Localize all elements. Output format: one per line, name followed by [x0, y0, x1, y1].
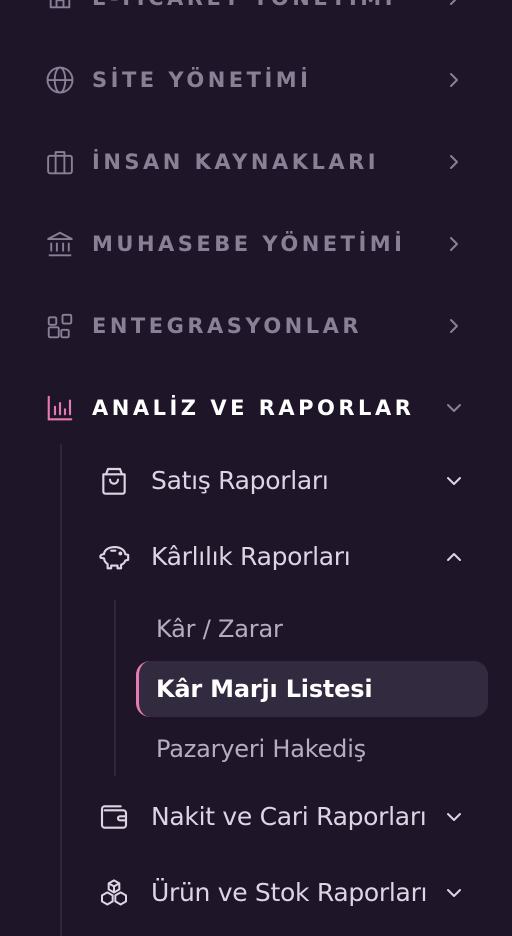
bar-chart-icon: [44, 392, 76, 424]
chevron-down-icon[interactable]: [440, 467, 468, 495]
integrations-icon: [44, 310, 76, 342]
submenu-leaf-label: Kâr / Zarar: [156, 615, 283, 643]
nav-item-label: ANALİZ VE RAPORLAR: [92, 396, 415, 420]
boxes-icon: [96, 875, 132, 911]
globe-icon: [44, 64, 76, 96]
chevron-right-icon[interactable]: [440, 230, 468, 258]
submenu-leaf-label: Pazaryeri Hakediş: [156, 735, 366, 763]
submenu-item-profit-reports[interactable]: Kârlılık Raporları: [90, 529, 490, 585]
chevron-down-icon[interactable]: [440, 803, 468, 831]
wallet-icon: [96, 799, 132, 835]
submenu-leaf-profit-loss[interactable]: Kâr / Zarar: [136, 601, 488, 657]
bank-icon: [44, 228, 76, 260]
nav-item-hr[interactable]: İNSAN KAYNAKLARI: [0, 132, 512, 192]
chevron-down-icon[interactable]: [440, 879, 468, 907]
submenu-leaf-marketplace-earnings[interactable]: Pazaryeri Hakediş: [136, 721, 488, 777]
nav-item-analytics[interactable]: ANALİZ VE RAPORLAR: [0, 378, 512, 438]
submenu-item-sales-reports[interactable]: Satış Raporları: [90, 453, 490, 509]
nav-item-label: MUHASEBE YÖNETİMİ: [92, 232, 406, 256]
submenu-leaf-label: Kâr Marjı Listesi: [156, 675, 373, 703]
submenu-item-cash-reports[interactable]: Nakit ve Cari Raporları: [90, 789, 490, 845]
submenu-item-stock-reports[interactable]: Ürün ve Stok Raporları: [90, 865, 490, 921]
nav-item-label: SİTE YÖNETİMİ: [92, 68, 312, 92]
chevron-up-icon[interactable]: [440, 543, 468, 571]
submenu-item-label: Nakit ve Cari Raporları: [151, 802, 427, 831]
submenu-item-label: Ürün ve Stok Raporları: [151, 878, 428, 907]
shopping-bag-icon: [96, 463, 132, 499]
submenu-item-label: Satış Raporları: [151, 466, 329, 495]
submenu-guide-line: [114, 600, 116, 776]
nav-item-integrations[interactable]: ENTEGRASYONLAR: [0, 296, 512, 356]
store-icon: [44, 0, 76, 14]
chevron-down-icon[interactable]: [440, 394, 468, 422]
chevron-right-icon[interactable]: [440, 312, 468, 340]
piggy-bank-icon: [96, 539, 132, 575]
submenu-leaf-profit-margin-list[interactable]: Kâr Marjı Listesi: [136, 661, 488, 717]
nav-item-accounting[interactable]: MUHASEBE YÖNETİMİ: [0, 214, 512, 274]
briefcase-icon: [44, 146, 76, 178]
nav-item-site[interactable]: SİTE YÖNETİMİ: [0, 50, 512, 110]
submenu-guide-line: [60, 444, 62, 936]
nav-item-label: ENTEGRASYONLAR: [92, 314, 363, 338]
chevron-right-icon[interactable]: [440, 66, 468, 94]
chevron-right-icon[interactable]: [440, 148, 468, 176]
nav-item-label: İNSAN KAYNAKLARI: [92, 150, 380, 174]
submenu-item-label: Kârlılık Raporları: [151, 542, 351, 571]
nav-item-e-commerce[interactable]: E-TİCARET YÖNETİMİ: [0, 0, 512, 28]
nav-item-label: E-TİCARET YÖNETİMİ: [92, 0, 396, 10]
chevron-right-icon[interactable]: [440, 0, 468, 12]
